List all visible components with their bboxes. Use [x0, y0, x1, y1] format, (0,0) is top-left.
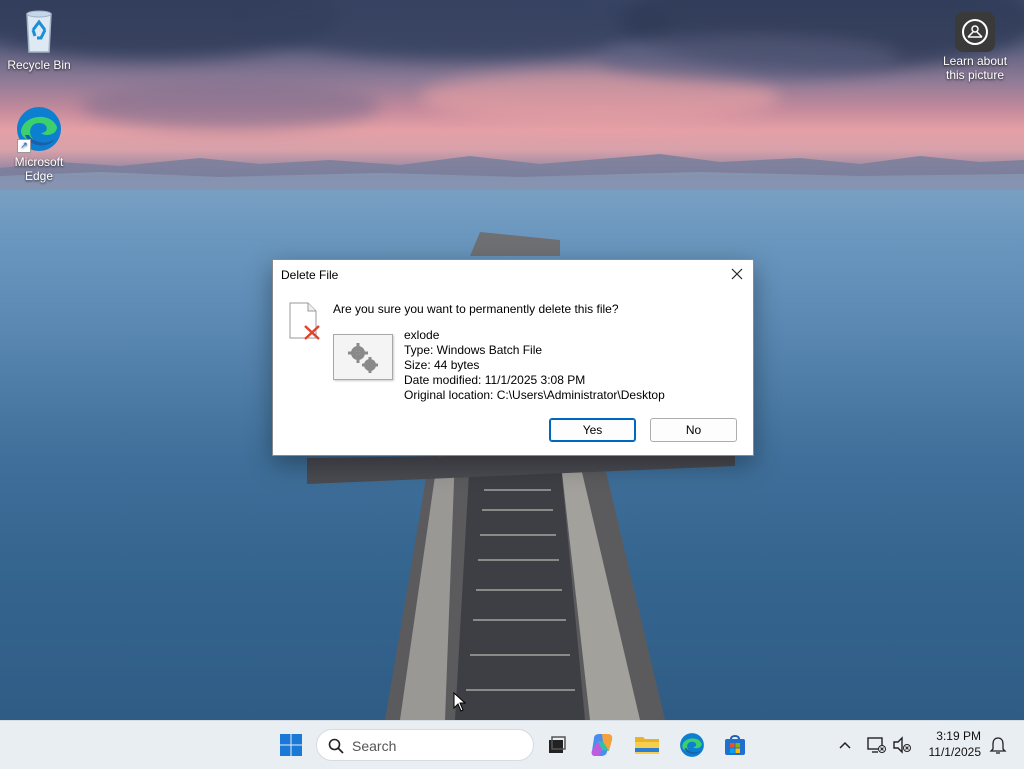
folder-icon — [635, 737, 659, 754]
copilot-icon — [591, 734, 613, 756]
close-button[interactable] — [721, 260, 753, 288]
bell-icon — [989, 737, 1007, 754]
task-view-button[interactable] — [543, 731, 571, 759]
learn-about-picture-label: Learn about this picture — [942, 54, 1008, 82]
file-explorer-button[interactable] — [633, 731, 661, 759]
store-button[interactable] — [721, 731, 749, 759]
start-button[interactable] — [277, 731, 305, 759]
chevron-up-icon — [839, 741, 851, 749]
yes-button[interactable]: Yes — [549, 418, 636, 442]
file-properties: exlode Type: Windows Batch File Size: 44… — [404, 328, 665, 403]
dialog-title: Delete File — [281, 268, 339, 282]
edge-taskbar-icon — [680, 733, 704, 757]
taskbar: Search 3:19 PM 11/1/2025 — [0, 720, 1024, 769]
shortcut-arrow-icon: ↗ — [17, 139, 31, 153]
mouse-cursor-icon — [453, 692, 467, 712]
search-placeholder: Search — [352, 738, 397, 754]
spotlight-camera-icon — [955, 12, 995, 52]
recycle-bin-shortcut[interactable]: Recycle Bin — [1, 8, 77, 72]
delete-file-icon — [288, 302, 322, 340]
dialog-question: Are you sure you want to permanently del… — [333, 302, 619, 316]
recycle-bin-label: Recycle Bin — [7, 58, 71, 72]
edge-icon: ↗ — [15, 105, 63, 153]
close-icon — [731, 268, 743, 280]
learn-about-picture-shortcut[interactable]: Learn about this picture — [937, 12, 1013, 82]
file-date-modified: Date modified: 11/1/2025 3:08 PM — [404, 373, 586, 387]
file-name: exlode — [404, 328, 440, 342]
search-box[interactable]: Search — [316, 729, 534, 761]
task-view-icon — [549, 736, 566, 753]
speaker-muted-icon — [893, 736, 911, 754]
store-icon — [725, 735, 745, 755]
clock-time: 3:19 PM — [936, 729, 981, 743]
windows-logo-icon — [280, 734, 302, 756]
clock[interactable]: 3:19 PM 11/1/2025 — [915, 729, 982, 759]
dialog-titlebar[interactable]: Delete File — [273, 260, 753, 288]
file-size: Size: 44 bytes — [404, 358, 480, 372]
clock-date: 11/1/2025 — [928, 745, 982, 759]
network-icon — [867, 737, 886, 753]
edge-taskbar-button[interactable] — [678, 731, 706, 759]
file-original-location: Original location: C:\Users\Administrato… — [404, 388, 665, 402]
batch-file-icon — [333, 334, 393, 380]
volume-button[interactable] — [888, 731, 916, 759]
copilot-button[interactable] — [588, 731, 616, 759]
delete-file-dialog: Delete File Are you sure you want to per… — [272, 259, 754, 456]
edge-label: Microsoft Edge — [14, 155, 64, 183]
search-icon — [328, 738, 344, 754]
recycle-bin-icon — [15, 8, 63, 56]
notifications-button[interactable] — [984, 731, 1012, 759]
edge-shortcut[interactable]: ↗ Microsoft Edge — [1, 105, 77, 183]
file-type: Type: Windows Batch File — [404, 343, 543, 357]
no-button[interactable]: No — [650, 418, 737, 442]
show-hidden-icons-button[interactable] — [831, 731, 859, 759]
network-button[interactable] — [862, 731, 890, 759]
